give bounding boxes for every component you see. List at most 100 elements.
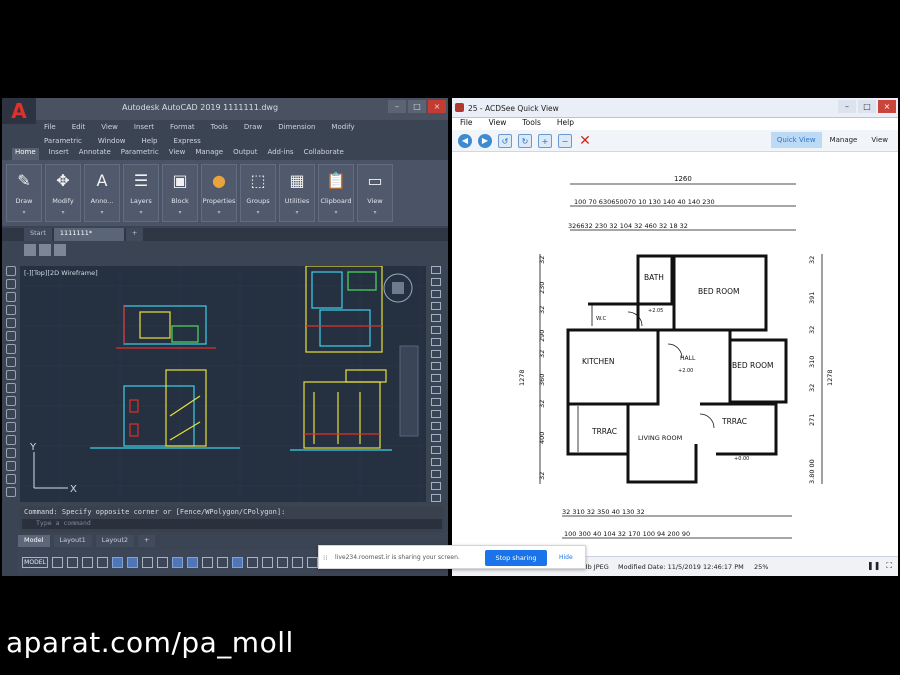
tab-manage[interactable]: Manage <box>195 148 223 160</box>
draw-tool-icon[interactable] <box>6 292 16 302</box>
tab-insert[interactable]: Insert <box>49 148 69 160</box>
chevron-down-icon[interactable]: ▾ <box>178 209 181 216</box>
menu-edit[interactable]: Edit <box>72 123 86 131</box>
draw-tool-icon[interactable] <box>6 396 16 406</box>
maximize-icon[interactable]: □ <box>408 100 426 113</box>
current-file-tab[interactable]: 1111111* <box>53 228 124 241</box>
status-toggle-icon[interactable] <box>142 556 153 568</box>
menu-draw[interactable]: Draw <box>244 123 262 131</box>
draw-tool-icon[interactable] <box>6 461 16 471</box>
mode-manage[interactable]: Manage <box>824 132 864 148</box>
draw-tool-icon[interactable] <box>6 409 16 419</box>
modify-tool-icon[interactable] <box>431 446 441 454</box>
chevron-down-icon[interactable]: ▾ <box>373 209 376 216</box>
status-toggle-icon[interactable] <box>217 556 228 568</box>
menu-file[interactable]: File <box>44 123 56 131</box>
status-toggle-icon[interactable] <box>112 556 123 568</box>
menu-modify[interactable]: Modify <box>331 123 354 131</box>
status-toggle-icon[interactable] <box>157 556 168 568</box>
groups-panel-button[interactable]: ⬚ Groups ▾ <box>240 164 276 222</box>
status-toggle-icon[interactable] <box>67 556 78 568</box>
modify-tool-icon[interactable] <box>431 494 441 502</box>
menu-parametric[interactable]: Parametric <box>44 137 82 145</box>
draw-tool-icon[interactable] <box>6 279 16 289</box>
menu-file[interactable]: File <box>460 118 473 130</box>
start-tab[interactable]: Start <box>24 228 52 241</box>
modify-tool-icon[interactable] <box>431 458 441 466</box>
navigation-bar[interactable] <box>399 345 419 437</box>
status-toggle-icon[interactable] <box>292 556 303 568</box>
chevron-down-icon[interactable]: ▾ <box>139 209 142 216</box>
modify-tool-icon[interactable] <box>431 302 441 310</box>
autocad-titlebar[interactable]: Autodesk AutoCAD 2019 1111111.dwg – □ × <box>2 98 448 120</box>
layout-tab-model[interactable]: Model <box>18 535 50 547</box>
status-toggle-icon[interactable] <box>52 556 63 568</box>
close-icon[interactable]: × <box>428 100 446 113</box>
view-panel-button[interactable]: ▭ View ▾ <box>357 164 393 222</box>
rotate-left-icon[interactable]: ↺ <box>498 133 512 148</box>
status-toggle-icon[interactable] <box>97 556 108 568</box>
status-toggle-icon[interactable] <box>232 556 243 568</box>
modify-tool-icon[interactable] <box>431 362 441 370</box>
open-icon[interactable] <box>39 244 51 256</box>
draw-tool-icon[interactable] <box>6 383 16 393</box>
utilities-panel-button[interactable]: ▦ Utilities ▾ <box>279 164 315 222</box>
modify-tool-icon[interactable] <box>431 422 441 430</box>
rotate-right-icon[interactable]: ↻ <box>518 133 532 148</box>
status-toggle-icon[interactable] <box>82 556 93 568</box>
tab-view[interactable]: View <box>169 148 186 160</box>
draw-tool-icon[interactable] <box>6 331 16 341</box>
zoom-out-icon[interactable]: − <box>558 133 572 148</box>
viewport-label[interactable]: [-][Top][2D Wireframe] <box>24 269 98 277</box>
menu-format[interactable]: Format <box>170 123 195 131</box>
chevron-down-icon[interactable]: ▾ <box>100 209 103 216</box>
modify-tool-icon[interactable] <box>431 470 441 478</box>
draw-tool-icon[interactable] <box>6 305 16 315</box>
draw-tool-icon[interactable] <box>6 357 16 367</box>
stop-sharing-button[interactable]: Stop sharing <box>485 550 547 566</box>
modify-tool-icon[interactable] <box>431 398 441 406</box>
close-icon[interactable]: × <box>878 100 896 113</box>
menu-tools[interactable]: Tools <box>522 118 540 130</box>
mode-quick-view[interactable]: Quick View <box>770 132 822 148</box>
modify-tool-icon[interactable] <box>431 350 441 358</box>
menu-view[interactable]: View <box>489 118 507 130</box>
modify-tool-icon[interactable] <box>431 410 441 418</box>
fullscreen-icon[interactable]: ⛶ <box>886 561 892 571</box>
modify-tool-icon[interactable] <box>431 290 441 298</box>
draw-tool-icon[interactable] <box>6 318 16 328</box>
tab-home[interactable]: Home <box>12 148 39 160</box>
menu-help[interactable]: Help <box>557 118 574 130</box>
draw-tool-icon[interactable] <box>6 344 16 354</box>
minimize-icon[interactable]: – <box>838 100 856 113</box>
modify-tool-icon[interactable] <box>431 278 441 286</box>
model-space-button[interactable]: MODEL <box>22 556 48 568</box>
layers-panel-button[interactable]: ☰ Layers ▾ <box>123 164 159 222</box>
drag-handle-icon[interactable]: ⁞⁞ <box>323 554 327 562</box>
chevron-down-icon[interactable]: ▾ <box>295 209 298 216</box>
image-canvas[interactable]: 1260 100 70 630650070 10 130 140 40 140 … <box>452 154 898 554</box>
mode-view[interactable]: View <box>865 132 894 148</box>
status-toggle-icon[interactable] <box>187 556 198 568</box>
layout-tab-layout2[interactable]: Layout2 <box>95 535 134 547</box>
draw-tool-icon[interactable] <box>6 266 16 276</box>
command-input[interactable]: Type a command <box>22 519 442 529</box>
add-layout-button[interactable]: + <box>138 535 156 547</box>
modify-tool-icon[interactable] <box>431 266 441 274</box>
modify-tool-icon[interactable] <box>431 482 441 490</box>
modify-tool-icon[interactable] <box>431 434 441 442</box>
menu-tools[interactable]: Tools <box>211 123 228 131</box>
save-icon[interactable] <box>54 244 66 256</box>
menu-insert[interactable]: Insert <box>134 123 154 131</box>
acdsee-titlebar[interactable]: 25 - ACDSee Quick View – □ × <box>452 98 898 118</box>
menu-view[interactable]: View <box>101 123 118 131</box>
new-icon[interactable] <box>24 244 36 256</box>
block-panel-button[interactable]: ▣ Block ▾ <box>162 164 198 222</box>
status-toggle-icon[interactable] <box>202 556 213 568</box>
zoom-in-icon[interactable]: + <box>538 133 552 148</box>
delete-icon[interactable]: ✕ <box>578 134 592 148</box>
menu-express[interactable]: Express <box>173 137 200 145</box>
autocad-logo[interactable]: A <box>2 98 36 124</box>
hide-button[interactable]: Hide <box>559 554 573 561</box>
status-toggle-icon[interactable] <box>247 556 258 568</box>
